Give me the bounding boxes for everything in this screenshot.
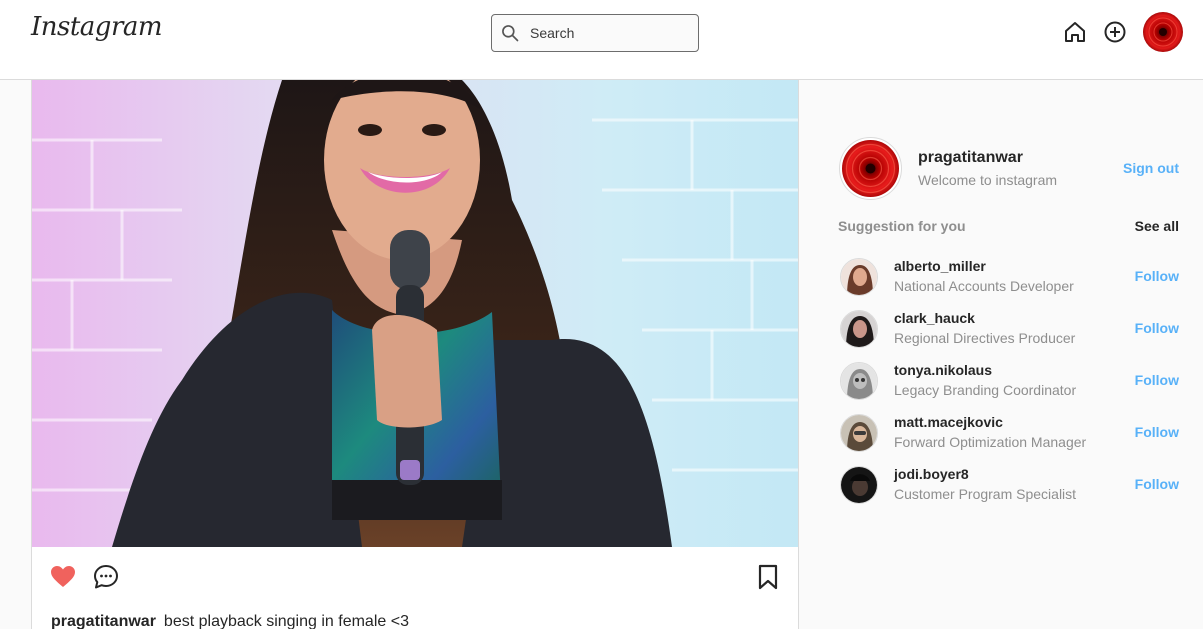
suggestion-username[interactable]: alberto_miller [894, 258, 986, 274]
suggestion-avatar[interactable] [840, 362, 878, 400]
profile-avatar-button[interactable] [1143, 12, 1183, 52]
search-input[interactable] [530, 23, 690, 43]
suggestion-item: alberto_miller National Accounts Develop… [838, 256, 1179, 308]
suggestion-item: jodi.boyer8 Customer Program Specialist … [838, 464, 1179, 516]
sign-out-link[interactable]: Sign out [1123, 160, 1179, 176]
see-all-link[interactable]: See all [1135, 218, 1179, 234]
heart-filled-icon[interactable] [50, 565, 76, 589]
comment-icon[interactable] [93, 564, 119, 590]
suggestion-job: Customer Program Specialist [894, 486, 1077, 502]
post-caption: pragatitanwar best playback singing in fe… [51, 613, 409, 629]
feed-post: pragatitanwar best playback singing in fe… [31, 80, 799, 629]
suggestions-list: alberto_miller National Accounts Develop… [838, 256, 1179, 516]
suggestion-avatar[interactable] [840, 466, 878, 504]
suggestion-username[interactable]: jodi.boyer8 [894, 466, 969, 482]
follow-button[interactable]: Follow [1135, 476, 1179, 492]
follow-button[interactable]: Follow [1135, 424, 1179, 440]
suggestion-username[interactable]: tonya.nikolaus [894, 362, 992, 378]
suggestion-item: matt.macejkovic Forward Optimization Man… [838, 412, 1179, 464]
suggestion-avatar[interactable] [840, 310, 878, 348]
search-box[interactable] [491, 14, 699, 52]
suggestion-avatar[interactable] [840, 414, 878, 452]
suggestion-avatar[interactable] [840, 258, 878, 296]
caption-text: best playback singing in female <3 [163, 613, 409, 629]
suggestion-job: Forward Optimization Manager [894, 434, 1087, 450]
current-user-username[interactable]: pragatitanwar [918, 149, 1023, 167]
post-photo[interactable] [32, 80, 798, 547]
follow-button[interactable]: Follow [1135, 320, 1179, 336]
post-actions-bar [32, 547, 798, 607]
home-icon[interactable] [1063, 20, 1087, 44]
search-icon [502, 25, 519, 42]
suggestions-heading: Suggestion for you [838, 218, 966, 234]
suggestion-job: Legacy Branding Coordinator [894, 382, 1077, 398]
post-photo-illustration [32, 80, 798, 547]
suggestion-job: Regional Directives Producer [894, 330, 1076, 346]
top-nav-bar: Instagram [0, 0, 1203, 80]
suggestion-username[interactable]: clark_hauck [894, 310, 975, 326]
suggestion-item: clark_hauck Regional Directives Producer… [838, 308, 1179, 360]
current-user-subtitle: Welcome to instagram [918, 172, 1058, 188]
current-user-avatar[interactable] [839, 137, 902, 200]
follow-button[interactable]: Follow [1135, 268, 1179, 284]
suggestion-username[interactable]: matt.macejkovic [894, 414, 1003, 430]
caption-username[interactable]: pragatitanwar [51, 613, 156, 629]
follow-button[interactable]: Follow [1135, 372, 1179, 388]
add-post-icon[interactable] [1103, 20, 1127, 44]
suggestion-job: National Accounts Developer [894, 278, 1074, 294]
suggestion-item: tonya.nikolaus Legacy Branding Coordinat… [838, 360, 1179, 412]
bookmark-icon[interactable] [757, 564, 779, 590]
instagram-logo[interactable]: Instagram [31, 12, 163, 42]
